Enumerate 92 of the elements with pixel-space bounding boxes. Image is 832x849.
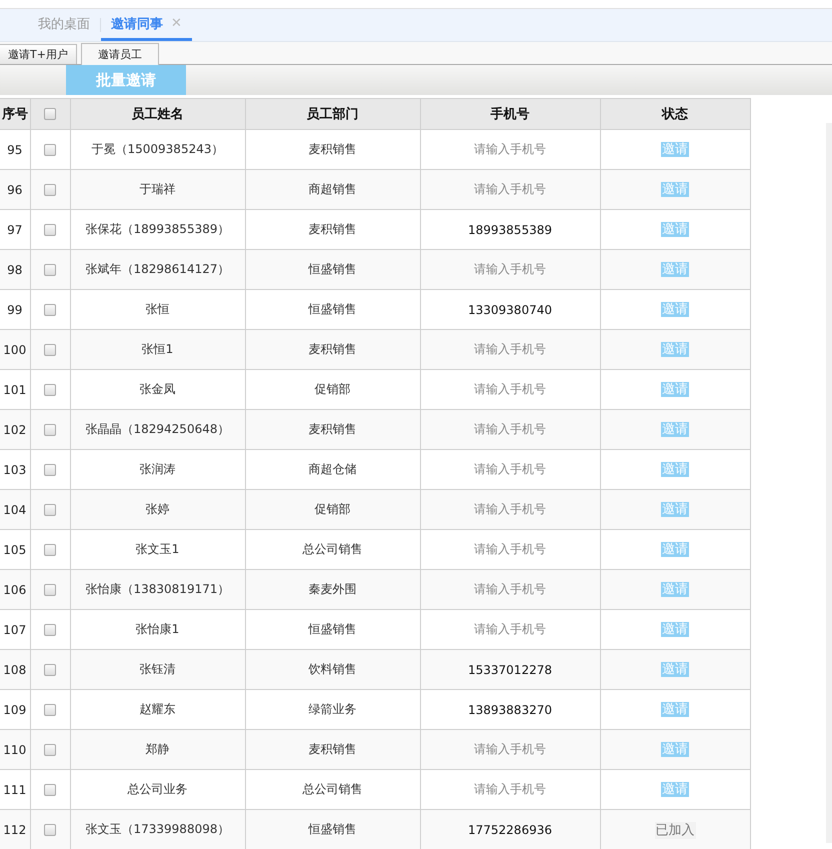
table-cell: 恒盛销售 [245, 250, 420, 290]
sub-tab[interactable]: 邀请员工 [80, 43, 159, 65]
phone-field[interactable]: 13309380740 [468, 302, 552, 316]
phone-field[interactable]: 请输入手机号 [474, 261, 546, 278]
batch-invite-button[interactable]: 批量邀请 [66, 65, 186, 95]
table-cell: 麦积销售 [245, 730, 420, 770]
row-number: 104 [0, 490, 30, 530]
close-icon[interactable]: ✕ [171, 16, 182, 31]
select-all-checkbox[interactable] [44, 108, 56, 120]
table-cell: 商超销售 [245, 170, 420, 210]
row-checkbox[interactable] [44, 304, 56, 316]
row-checkbox[interactable] [44, 584, 56, 596]
table-cell: 郑静 [70, 730, 245, 770]
invite-button[interactable]: 邀请 [661, 422, 689, 437]
row-number: 100 [0, 330, 30, 370]
table-cell: 促销部 [245, 490, 420, 530]
invite-button[interactable]: 邀请 [661, 662, 689, 677]
sub-tab[interactable]: 邀请T+用户 [0, 44, 77, 64]
row-checkbox[interactable] [44, 664, 56, 676]
table-cell: 恒盛销售 [245, 810, 420, 849]
phone-field[interactable]: 请输入手机号 [474, 381, 546, 398]
row-number: 106 [0, 570, 30, 610]
row-checkbox[interactable] [44, 504, 56, 516]
phone-field[interactable]: 请输入手机号 [474, 741, 546, 758]
table-cell: 张斌年（18298614127） [70, 250, 245, 290]
invite-button[interactable]: 邀请 [661, 622, 689, 637]
column-header: 状态 [600, 98, 750, 130]
row-checkbox[interactable] [44, 544, 56, 556]
row-checkbox[interactable] [44, 224, 56, 236]
page-tab[interactable]: 我的桌面 [28, 9, 100, 41]
row-checkbox[interactable] [44, 744, 56, 756]
phone-field[interactable]: 17752286936 [468, 822, 552, 836]
table-cell: 张晶晶（18294250648） [70, 410, 245, 450]
table-cell: 张怡康（13830819171） [70, 570, 245, 610]
phone-field[interactable]: 请输入手机号 [474, 541, 546, 558]
column-header: 员工姓名 [70, 98, 245, 130]
row-number: 110 [0, 730, 30, 770]
table-cell: 饮料销售 [245, 650, 420, 690]
invite-button[interactable]: 邀请 [661, 502, 689, 517]
phone-field[interactable]: 13893883270 [468, 702, 552, 716]
invite-button[interactable]: 邀请 [661, 582, 689, 597]
table-cell: 秦麦外围 [245, 570, 420, 610]
invite-button[interactable]: 邀请 [661, 222, 689, 237]
table-cell: 张钰清 [70, 650, 245, 690]
phone-field[interactable]: 请输入手机号 [474, 461, 546, 478]
row-checkbox[interactable] [44, 704, 56, 716]
table-cell: 张文玉（17339988098） [70, 810, 245, 849]
phone-field[interactable]: 请输入手机号 [474, 421, 546, 438]
row-checkbox[interactable] [44, 624, 56, 636]
row-checkbox[interactable] [44, 424, 56, 436]
row-checkbox[interactable] [44, 144, 56, 156]
invite-button[interactable]: 邀请 [661, 182, 689, 197]
row-checkbox[interactable] [44, 264, 56, 276]
row-checkbox[interactable] [44, 824, 56, 836]
table-cell: 麦积销售 [245, 330, 420, 370]
row-checkbox[interactable] [44, 384, 56, 396]
table-cell: 于瑞祥 [70, 170, 245, 210]
table-cell: 张恒1 [70, 330, 245, 370]
row-number: 112 [0, 810, 30, 849]
phone-field[interactable]: 请输入手机号 [474, 501, 546, 518]
phone-field[interactable]: 15337012278 [468, 662, 552, 676]
invite-button[interactable]: 邀请 [661, 302, 689, 317]
phone-field[interactable]: 请输入手机号 [474, 141, 546, 158]
invite-button[interactable]: 邀请 [661, 702, 689, 717]
row-checkbox[interactable] [44, 784, 56, 796]
phone-field[interactable]: 请输入手机号 [474, 581, 546, 598]
phone-field[interactable]: 18993855389 [468, 222, 552, 236]
column-header: 序号 [0, 98, 30, 130]
phone-field[interactable]: 请输入手机号 [474, 341, 546, 358]
joined-status: 已加入 [654, 822, 696, 838]
invite-button[interactable]: 邀请 [661, 142, 689, 157]
row-checkbox[interactable] [44, 184, 56, 196]
invite-button[interactable]: 邀请 [661, 382, 689, 397]
table-cell: 张婷 [70, 490, 245, 530]
phone-field[interactable]: 请输入手机号 [474, 181, 546, 198]
phone-field[interactable]: 请输入手机号 [474, 621, 546, 638]
row-number: 98 [0, 250, 30, 290]
column-header: 员工部门 [245, 98, 420, 130]
invite-button[interactable]: 邀请 [661, 742, 689, 757]
invite-button[interactable]: 邀请 [661, 542, 689, 557]
row-number: 102 [0, 410, 30, 450]
row-number: 96 [0, 170, 30, 210]
phone-field[interactable]: 请输入手机号 [474, 781, 546, 798]
row-number: 108 [0, 650, 30, 690]
column-header: 手机号 [420, 98, 600, 130]
table-cell: 麦积销售 [245, 410, 420, 450]
invite-button[interactable]: 邀请 [661, 462, 689, 477]
invite-button[interactable]: 邀请 [661, 262, 689, 277]
invite-button[interactable]: 邀请 [661, 782, 689, 797]
invite-button[interactable]: 邀请 [661, 342, 689, 357]
row-checkbox[interactable] [44, 464, 56, 476]
row-checkbox[interactable] [44, 344, 56, 356]
